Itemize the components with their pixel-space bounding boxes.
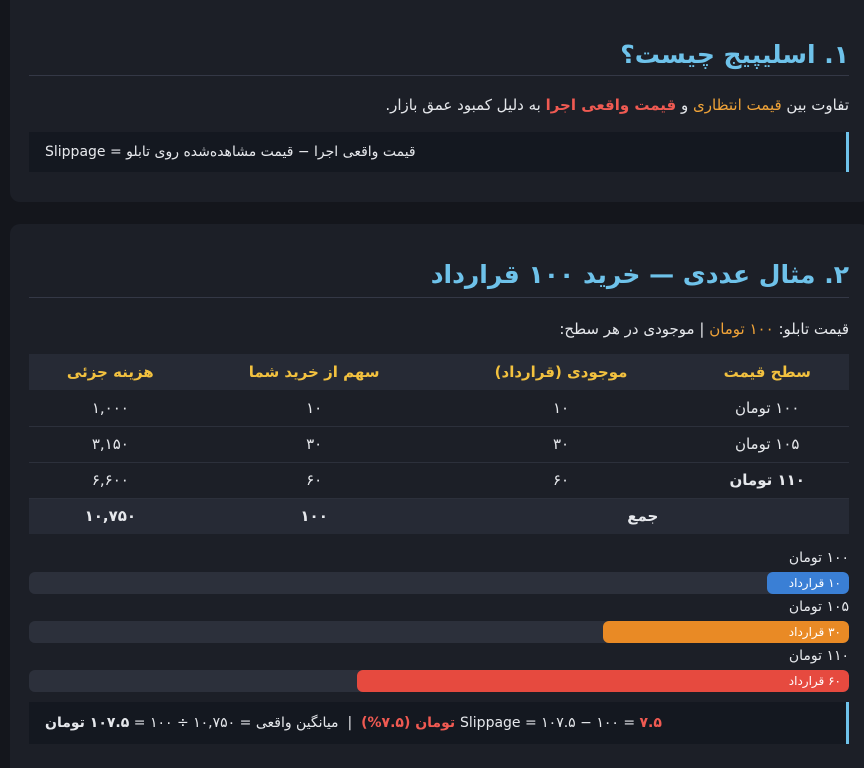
- available-cell: ۱۰: [436, 390, 686, 427]
- expected-price-highlight: قیمت انتظاری: [693, 96, 782, 114]
- summary-separator: |: [338, 715, 362, 731]
- cost-cell: ۶,۶۰۰: [29, 462, 192, 499]
- board-price-highlight: ۱۰۰ تومان: [709, 320, 774, 338]
- bar-label-110: ۱۱۰ تومان: [788, 648, 849, 664]
- execution-price-highlight: قیمت واقعی اجرا: [545, 96, 677, 114]
- section-1-description: تفاوت بین قیمت انتظاری و قیمت واقعی اجرا…: [29, 96, 849, 114]
- cost-cell: ۱,۰۰۰: [29, 390, 192, 427]
- intro-text-2: | موجودی در هر سطح:: [559, 320, 710, 338]
- section-what-is-slippage: ۱. اسلیپیج چیست؟ تفاوت بین قیمت انتظاری …: [10, 0, 864, 202]
- table-header-row: سطح قیمت موجودی (قرارداد) سهم از خرید شم…: [29, 354, 849, 390]
- price-cell: ۱۰۵ تومان: [685, 426, 849, 463]
- desc-text-1: تفاوت بین: [781, 96, 849, 114]
- summary-box: Slippage = ۱۰۷.۵ − ۱۰۰ = ۷.۵ تومان (۷.۵%…: [29, 702, 849, 744]
- bar-label-105: ۱۰۵ تومان: [788, 599, 849, 615]
- summary-line: Slippage = ۱۰۷.۵ − ۱۰۰ = ۷.۵ تومان (۷.۵%…: [45, 715, 662, 731]
- bar-fill-110: ۶۰ قرارداد: [357, 670, 849, 692]
- bar-track-110: ۶۰ قرارداد: [29, 670, 849, 692]
- average-value: ۱۰۷.۵ تومان: [45, 715, 130, 731]
- bar-fill-105: ۳۰ قرارداد: [603, 621, 849, 643]
- table-row: ۱۰۰ تومان ۱۰ ۱۰ ۱,۰۰۰: [29, 390, 849, 427]
- header-price-level: سطح قیمت: [685, 354, 849, 390]
- intro-text-1: قیمت تابلو:: [773, 320, 849, 338]
- cost-cell: ۳,۱۵۰: [29, 426, 192, 463]
- share-cell: ۱۰: [191, 390, 437, 427]
- desc-text-2: و: [676, 96, 694, 114]
- table-total-row: جمع ۱۰۰ ۱۰,۷۵۰: [29, 498, 849, 534]
- table-row: ۱۰۵ تومان ۳۰ ۳۰ ۳,۱۵۰: [29, 426, 849, 463]
- desc-text-3: به دلیل کمبود عمق بازار.: [385, 96, 546, 114]
- section-1-heading: ۱. اسلیپیج چیست؟: [29, 40, 849, 76]
- slippage-calc-label: Slippage = ۱۰۷.۵ − ۱۰۰ =: [460, 715, 640, 731]
- section-2-heading: ۲. مثال عددی — خرید ۱۰۰ قرارداد: [29, 260, 849, 298]
- board-price-intro: قیمت تابلو: ۱۰۰ تومان | موجودی در هر سطح…: [29, 320, 849, 338]
- available-cell: ۳۰: [436, 426, 686, 463]
- average-calc-label: میانگین واقعی = ۱۰,۷۵۰ ÷ ۱۰۰ =: [129, 715, 339, 731]
- header-available: موجودی (قرارداد): [436, 354, 686, 390]
- section-numeric-example: ۲. مثال عددی — خرید ۱۰۰ قرارداد قیمت تاب…: [10, 224, 864, 768]
- share-cell: ۶۰: [191, 462, 437, 499]
- total-cost: ۱۰,۷۵۰: [29, 498, 192, 534]
- total-share: ۱۰۰: [191, 498, 437, 534]
- bar-track-100: ۱۰ قرارداد: [29, 572, 849, 594]
- slippage-formula-box: Slippage = قیمت واقعی اجرا − قیمت مشاهده…: [29, 132, 849, 172]
- price-cell: ۱۰۰ تومان: [685, 390, 849, 427]
- total-label: جمع: [436, 498, 849, 534]
- bar-fill-100: ۱۰ قرارداد: [767, 572, 849, 594]
- table-row: ۱۱۰ تومان ۶۰ ۶۰ ۶,۶۰۰: [29, 462, 849, 499]
- share-cell: ۳۰: [191, 426, 437, 463]
- order-book-table: سطح قیمت موجودی (قرارداد) سهم از خرید شم…: [29, 354, 849, 534]
- slippage-formula: Slippage = قیمت واقعی اجرا − قیمت مشاهده…: [45, 144, 416, 160]
- bar-track-105: ۳۰ قرارداد: [29, 621, 849, 643]
- available-cell: ۶۰: [436, 462, 686, 499]
- header-your-share: سهم از خرید شما: [191, 354, 437, 390]
- price-cell: ۱۱۰ تومان: [685, 462, 849, 499]
- header-partial-cost: هزینه جزئی: [29, 354, 192, 390]
- bar-label-100: ۱۰۰ تومان: [788, 550, 849, 566]
